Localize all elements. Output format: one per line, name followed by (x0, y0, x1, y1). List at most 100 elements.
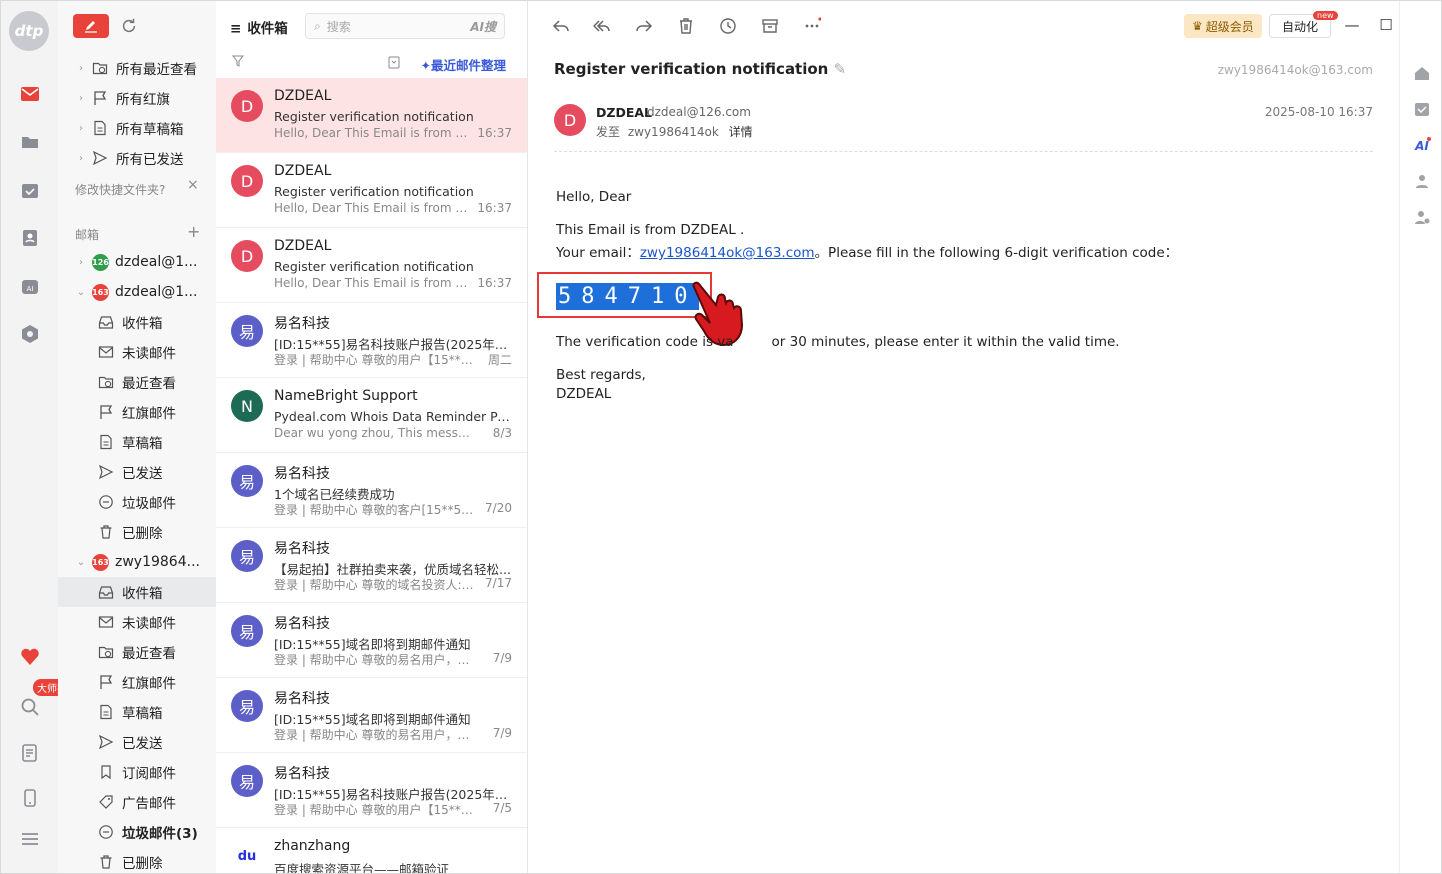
refresh-button[interactable] (120, 17, 140, 37)
folder-item[interactable]: 收件箱 (58, 577, 216, 607)
folder-icon[interactable] (19, 131, 41, 153)
notes-icon[interactable] (19, 742, 41, 764)
minimize-button[interactable]: — (1342, 15, 1362, 35)
automation-label: 自动化 (1282, 19, 1319, 34)
mail-time: 周二 (487, 353, 512, 367)
archive-icon[interactable] (759, 15, 781, 37)
ai-icon[interactable]: AI (1412, 135, 1432, 155)
folder-item[interactable]: 红旗邮件 (58, 667, 216, 697)
mail-preview: 登录 | 帮助中心 尊敬的用户【15**55... (274, 803, 474, 817)
folder-item[interactable]: 广告邮件 (58, 787, 216, 817)
draft-icon (92, 120, 108, 136)
folder-item[interactable]: 垃圾邮件 (58, 487, 216, 517)
folder-item[interactable]: 未读邮件 (58, 607, 216, 637)
folder-label: 已删除 (122, 526, 163, 542)
folder-item[interactable]: 垃圾邮件(3) (58, 817, 216, 847)
edit-icon[interactable]: ✎ (834, 60, 847, 78)
email-link[interactable]: zwy1986414ok@163.com (640, 245, 815, 261)
clock-icon[interactable] (717, 15, 739, 37)
valid-text-b: or 30 minutes, please enter it within th… (771, 334, 1120, 350)
folder-item[interactable]: 草稿箱 (58, 697, 216, 727)
folder-item[interactable]: 已删除 (58, 517, 216, 547)
add-account-icon[interactable]: + (187, 222, 200, 241)
ai-search-button[interactable]: AI搜 (470, 18, 496, 35)
task-icon[interactable] (1412, 99, 1432, 119)
mail-list-item[interactable]: 易易名科技 【易起拍】社群拍卖来袭，优质域名轻松... 登录 | 帮助中心 尊敬的域… (216, 528, 527, 603)
mail-list-item[interactable]: 易易名科技 [ID:15**55]域名即将到期邮件通知 登录 | 帮助中心 尊敬的易… (216, 603, 527, 678)
account-label: dzdeal@1... (115, 254, 198, 270)
modify-shortcut-link[interactable]: 修改快捷文件夹? (75, 181, 165, 198)
mail-list-item[interactable]: 易易名科技 [ID:15**55]域名即将到期邮件通知 登录 | 帮助中心 尊敬的易… (216, 678, 527, 753)
heart-logo-icon[interactable] (19, 646, 41, 668)
mail-preview: Hello, Dear This Email is from DZ... (274, 201, 474, 215)
mail-list-item[interactable]: D DZDEAL Register verification notificatio… (216, 78, 527, 153)
user-settings-icon[interactable] (1412, 207, 1432, 227)
sender-address[interactable]: dzdeal@126.com (647, 105, 751, 119)
reply-icon[interactable] (550, 15, 572, 37)
filter-icon[interactable] (231, 55, 245, 71)
folder-label: 订阅邮件 (122, 766, 176, 782)
send-icon (98, 464, 114, 480)
message-list: ≡ 收件箱 ⌕ 搜索 AI搜 ✦最近邮件整理 D DZDEAL Register ve… (216, 1, 528, 873)
mail-list-item[interactable]: 易易名科技 [ID:15**55]易名科技账户报告(2025年07月) 登录 | 帮… (216, 303, 527, 378)
account-row[interactable]: ⌄ 163 dzdeal@1... (58, 277, 216, 307)
folder-label: 最近查看 (122, 646, 176, 662)
close-icon[interactable]: × (187, 177, 199, 193)
search-input[interactable]: ⌕ 搜索 AI搜 (305, 13, 505, 39)
folder-item[interactable]: 红旗邮件 (58, 397, 216, 427)
folder-item[interactable]: 订阅邮件 (58, 757, 216, 787)
verification-code[interactable]: 584710 (556, 283, 700, 310)
menu-icon[interactable] (19, 828, 41, 850)
folder-label: 垃圾邮件(3) (122, 826, 198, 842)
folder-item[interactable]: 最近查看 (58, 637, 216, 667)
mail-time: 7/5 (492, 801, 512, 815)
details-link[interactable]: 详情 (729, 125, 753, 139)
more-icon[interactable] (801, 15, 823, 37)
mail-icon[interactable] (19, 83, 41, 105)
ai-assistant-icon[interactable]: AI (19, 275, 41, 297)
mail-list-item[interactable]: 易易名科技 [ID:15**55]易名科技账户报告(2025年06月) 登录 | 帮… (216, 753, 527, 828)
account-row[interactable]: › 126 dzdeal@1... (58, 247, 216, 277)
sender-avatar[interactable]: D (554, 104, 586, 136)
inbox-title[interactable]: ≡ 收件箱 (230, 17, 288, 37)
folder-label: 未读邮件 (122, 616, 176, 632)
forward-icon[interactable] (633, 15, 655, 37)
mail-list-item[interactable]: D DZDEAL Register verification notificatio… (216, 153, 527, 228)
mail-preview: 登录 | 帮助中心 尊敬的用户【15**55... (274, 353, 474, 367)
folder-item[interactable]: 收件箱 (58, 307, 216, 337)
sender-avatar: 易 (231, 465, 263, 497)
quick-folder-drafts[interactable]: › 所有草稿箱 (58, 113, 216, 143)
account-row[interactable]: ⌄ 163 zwy19864... (58, 547, 216, 577)
sender-name[interactable]: DZDEAL (596, 105, 652, 120)
folder-item[interactable]: 最近查看 (58, 367, 216, 397)
recipient-name[interactable]: zwy1986414ok (628, 125, 719, 139)
app-logo[interactable]: dtp (9, 11, 49, 51)
mobile-icon[interactable] (19, 787, 41, 809)
search-icon[interactable] (19, 696, 41, 718)
delete-icon[interactable] (675, 15, 697, 37)
super-vip-button[interactable]: ♛ 超级会员 (1184, 14, 1262, 38)
mail-list-item[interactable]: D DZDEAL Register verification notificatio… (216, 228, 527, 303)
contacts-icon[interactable] (19, 227, 41, 249)
home-icon[interactable] (1412, 63, 1432, 83)
maximize-button[interactable]: ☐ (1376, 15, 1396, 35)
calendar-icon[interactable] (19, 179, 41, 201)
folder-item[interactable]: 未读邮件 (58, 337, 216, 367)
mail-list-item[interactable]: 易易名科技 1个域名已经续费成功 登录 | 帮助中心 尊敬的客户[15**55]..… (216, 453, 527, 528)
body-line-from: This Email is from DZDEAL . (556, 222, 745, 238)
organize-recent-button[interactable]: ✦最近邮件整理 (421, 55, 507, 74)
folder-item[interactable]: 已删除 (58, 847, 216, 873)
user-icon[interactable] (1412, 171, 1432, 191)
quick-folder-recent[interactable]: › 所有最近查看 (58, 53, 216, 83)
plugin-icon[interactable] (19, 323, 41, 345)
folder-item[interactable]: 已发送 (58, 457, 216, 487)
folder-item[interactable]: 已发送 (58, 727, 216, 757)
quick-folder-sent[interactable]: › 所有已发送 (58, 143, 216, 173)
reply-all-icon[interactable] (591, 15, 613, 37)
folder-item[interactable]: 草稿箱 (58, 427, 216, 457)
archive-list-icon[interactable] (387, 55, 401, 73)
quick-folder-flagged[interactable]: › 所有红旗 (58, 83, 216, 113)
compose-button[interactable] (73, 14, 109, 38)
mail-list-item[interactable]: N NameBright Support Pydeal.com Whois Data… (216, 378, 527, 453)
mail-list-item[interactable]: du zhanzhang 百度搜索资源平台——邮箱验证 (216, 828, 527, 873)
